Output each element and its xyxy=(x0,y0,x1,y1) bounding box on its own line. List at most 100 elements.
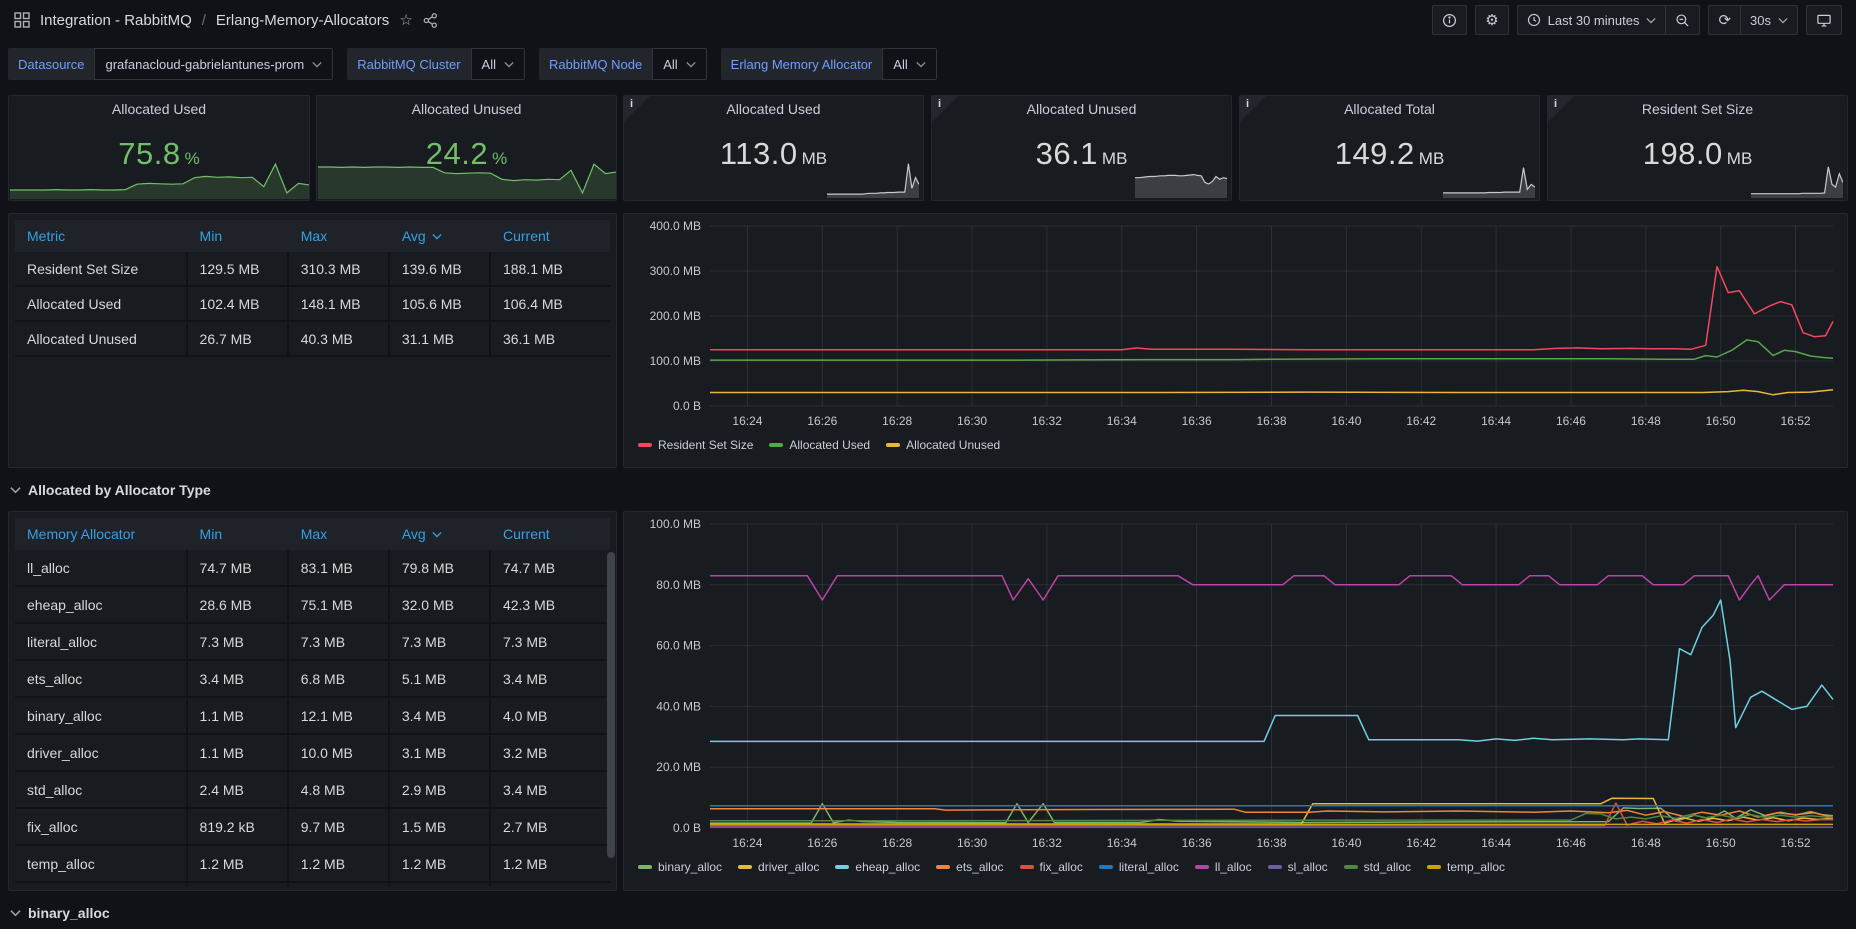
value-cell: 7.3 MB xyxy=(289,624,390,659)
column-header-current[interactable]: Current xyxy=(491,220,610,252)
sparkline xyxy=(318,155,617,199)
metrics-table-panel: Metric Min Max Avg Current Resident Set … xyxy=(8,213,617,468)
section-binary-alloc[interactable]: binary_alloc xyxy=(10,905,110,921)
column-header-current[interactable]: Current xyxy=(491,518,610,550)
legend-label: driver_alloc xyxy=(758,860,819,874)
column-header-min[interactable]: Min xyxy=(188,220,289,252)
dashboard-settings-button[interactable]: ⚙ xyxy=(1475,5,1508,35)
svg-text:16:48: 16:48 xyxy=(1631,836,1661,850)
column-header-metric[interactable]: Metric xyxy=(15,220,188,252)
metrics-table: Metric Min Max Avg Current Resident Set … xyxy=(15,220,610,467)
legend-swatch xyxy=(936,865,950,869)
svg-text:16:24: 16:24 xyxy=(732,414,762,428)
stat-panel-title[interactable]: Allocated Unused xyxy=(932,101,1231,117)
legend-item[interactable]: ets_alloc xyxy=(936,860,1003,874)
filter-value: All xyxy=(482,57,496,72)
legend-swatch xyxy=(886,443,900,447)
legend-item[interactable]: sl_alloc xyxy=(1268,860,1328,874)
svg-text:16:38: 16:38 xyxy=(1256,414,1286,428)
stat-panel: Allocated Unused24.2% xyxy=(316,95,617,201)
legend-item[interactable]: temp_alloc xyxy=(1427,860,1505,874)
table-row: eheap_alloc28.6 MB75.1 MB32.0 MB42.3 MB xyxy=(15,587,610,624)
value-cell: 294.9 kB xyxy=(188,883,289,886)
stat-panel-title[interactable]: Resident Set Size xyxy=(1548,101,1847,117)
value-cell: 294.9 kB xyxy=(491,883,610,886)
section-allocated-by-type[interactable]: Allocated by Allocator Type xyxy=(10,482,211,498)
column-header-max[interactable]: Max xyxy=(289,220,390,252)
svg-text:60.0 MB: 60.0 MB xyxy=(656,639,701,653)
value-cell: 28.6 MB xyxy=(188,587,289,622)
legend-item[interactable]: Allocated Used xyxy=(769,438,870,452)
time-range-picker[interactable]: Last 30 minutes xyxy=(1517,5,1667,35)
share-icon[interactable] xyxy=(423,13,438,28)
legend-swatch xyxy=(1020,865,1034,869)
kiosk-mode-button[interactable] xyxy=(1806,5,1842,35)
svg-text:16:26: 16:26 xyxy=(807,414,837,428)
star-icon[interactable]: ☆ xyxy=(399,13,412,28)
allocator-select[interactable]: All xyxy=(882,48,936,80)
table-row: driver_alloc1.1 MB10.0 MB3.1 MB3.2 MB xyxy=(15,735,610,772)
breadcrumb-folder[interactable]: Integration - RabbitMQ xyxy=(40,12,192,29)
table-row: temp_alloc1.2 MB1.2 MB1.2 MB1.2 MB xyxy=(15,846,610,883)
legend-item[interactable]: fix_alloc xyxy=(1020,860,1083,874)
value-cell: 3.4 MB xyxy=(390,698,491,733)
memory-timeseries-chart[interactable]: 0.0 B100.0 MB200.0 MB300.0 MB400.0 MB16:… xyxy=(624,214,1847,434)
value-cell: 6.8 MB xyxy=(289,661,390,696)
table-header-row: Memory Allocator Min Max Avg Current xyxy=(15,518,610,550)
metric-name-cell: binary_alloc xyxy=(15,698,188,733)
breadcrumb-dashboard[interactable]: Erlang-Memory-Allocators xyxy=(216,12,389,29)
allocator-timeseries-chart[interactable]: 0.0 B20.0 MB40.0 MB60.0 MB80.0 MB100.0 M… xyxy=(624,512,1847,856)
svg-text:16:32: 16:32 xyxy=(1032,836,1062,850)
legend-item[interactable]: literal_alloc xyxy=(1099,860,1179,874)
filter-value: All xyxy=(893,57,907,72)
table-scrollbar[interactable] xyxy=(607,552,615,858)
stat-panel: iResident Set Size198.0MB xyxy=(1547,95,1848,201)
column-header-min[interactable]: Min xyxy=(188,518,289,550)
legend-item[interactable]: driver_alloc xyxy=(738,860,819,874)
table-row: fix_alloc819.2 kB9.7 MB1.5 MB2.7 MB xyxy=(15,809,610,846)
node-select[interactable]: All xyxy=(652,48,706,80)
legend-item[interactable]: Resident Set Size xyxy=(638,438,753,452)
datasource-select[interactable]: grafanacloud-gabrielantunes-prom xyxy=(94,48,333,80)
refresh-interval-label: 30s xyxy=(1750,13,1771,28)
value-cell: 40.3 MB xyxy=(289,322,390,355)
chevron-down-icon xyxy=(312,61,322,68)
column-header-avg[interactable]: Avg xyxy=(390,518,491,550)
zoom-out-time-button[interactable] xyxy=(1666,5,1700,35)
column-header-memory-allocator[interactable]: Memory Allocator xyxy=(15,518,188,550)
legend-item[interactable]: Allocated Unused xyxy=(886,438,1000,452)
svg-text:16:32: 16:32 xyxy=(1032,414,1062,428)
value-cell: 74.7 MB xyxy=(188,550,289,585)
column-header-avg[interactable]: Avg xyxy=(390,220,491,252)
column-header-max[interactable]: Max xyxy=(289,518,390,550)
stat-panel-title[interactable]: Allocated Unused xyxy=(317,101,616,117)
legend-item[interactable]: binary_alloc xyxy=(638,860,722,874)
sparkline xyxy=(1135,156,1227,198)
stat-panel-title[interactable]: Allocated Used xyxy=(9,101,309,117)
metric-name-cell: std_alloc xyxy=(15,772,188,807)
value-cell: 139.6 MB xyxy=(390,252,491,285)
stat-panel-title[interactable]: Allocated Total xyxy=(1240,101,1539,117)
dashboards-grid-icon[interactable] xyxy=(14,12,30,28)
svg-text:300.0 MB: 300.0 MB xyxy=(650,264,701,278)
refresh-button[interactable]: ⟳ xyxy=(1708,5,1741,35)
value-cell: 75.1 MB xyxy=(289,587,390,622)
value-cell: 3.4 MB xyxy=(491,661,610,696)
svg-text:16:40: 16:40 xyxy=(1331,836,1361,850)
panel-info-button[interactable] xyxy=(1432,5,1467,35)
legend-item[interactable]: eheap_alloc xyxy=(835,860,920,874)
refresh-interval-picker[interactable]: 30s xyxy=(1741,5,1798,35)
stat-panel-title[interactable]: Allocated Used xyxy=(624,101,923,117)
table-row: std_alloc2.4 MB4.8 MB2.9 MB3.4 MB xyxy=(15,772,610,809)
value-cell: 2.7 MB xyxy=(491,809,610,844)
time-range-label: Last 30 minutes xyxy=(1548,13,1640,28)
section-title: Allocated by Allocator Type xyxy=(28,482,211,498)
value-cell: 1.2 MB xyxy=(289,846,390,881)
variables-row: Datasource grafanacloud-gabrielantunes-p… xyxy=(8,48,937,80)
legend-item[interactable]: std_alloc xyxy=(1344,860,1411,874)
cluster-select[interactable]: All xyxy=(471,48,525,80)
value-cell: 9.7 MB xyxy=(289,809,390,844)
legend-label: eheap_alloc xyxy=(855,860,920,874)
legend-item[interactable]: ll_alloc xyxy=(1195,860,1252,874)
value-cell: 5.1 MB xyxy=(390,661,491,696)
